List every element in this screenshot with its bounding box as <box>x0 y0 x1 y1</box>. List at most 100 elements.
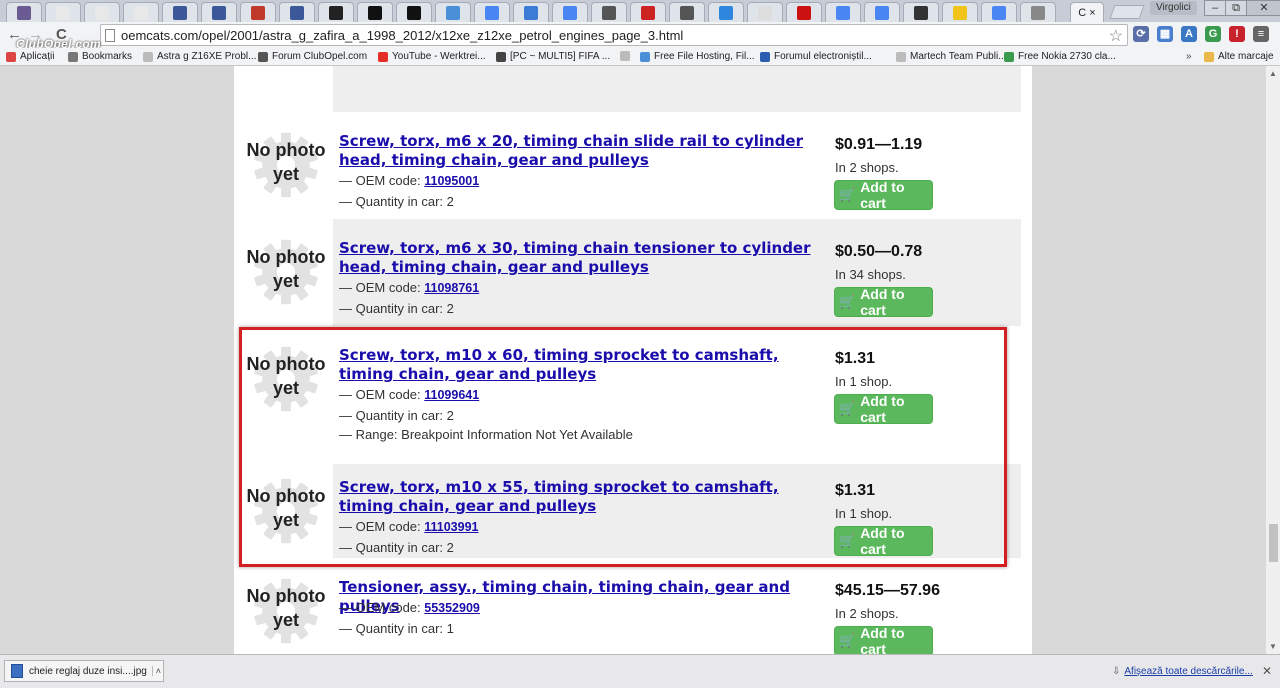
bookmark-star-icon[interactable]: ☆ <box>1109 26 1123 46</box>
no-photo-line1: No photo <box>246 586 326 606</box>
browser-tab[interactable] <box>552 2 588 22</box>
browser-tab[interactable] <box>435 2 471 22</box>
minimize-button[interactable]: – <box>1204 0 1226 16</box>
bookmark-favicon-icon <box>640 51 650 62</box>
highlight-box <box>239 327 1007 567</box>
browser-tab[interactable] <box>6 2 42 22</box>
bookmark-item[interactable]: Bookmarks <box>68 51 132 62</box>
part-title-link[interactable]: Screw, torx, m6 x 30, timing chain tensi… <box>339 239 819 277</box>
scroll-up-icon[interactable]: ▲ <box>1269 69 1277 78</box>
browser-tab[interactable] <box>669 2 705 22</box>
oem-code-link[interactable]: 55352909 <box>424 601 480 615</box>
close-downloads-icon[interactable]: ✕ <box>1262 664 1272 678</box>
add-to-cart-label: Add to cart <box>860 625 905 654</box>
browser-tab[interactable] <box>474 2 510 22</box>
oem-code-link[interactable]: 11098761 <box>424 281 479 295</box>
tab-close-icon[interactable]: × <box>1089 7 1095 19</box>
extension-icon[interactable]: ! <box>1229 26 1245 42</box>
download-item[interactable]: cheie reglaj duze insi....jpg ˄ <box>4 660 164 682</box>
browser-tab[interactable] <box>357 2 393 22</box>
bookmark-label: Martech Team Publi... <box>910 51 1007 62</box>
bookmark-item[interactable]: Martech Team Publi... <box>896 51 1007 62</box>
add-to-cart-button[interactable]: 🛒 Add to cart <box>834 286 933 318</box>
bookmark-favicon-icon <box>378 51 388 62</box>
browser-tab[interactable] <box>240 2 276 22</box>
bookmark-label: Bookmarks <box>82 51 133 62</box>
browser-tab[interactable] <box>279 2 315 22</box>
profile-button[interactable]: Virgolici <box>1150 1 1197 15</box>
bookmark-label: Free Nokia 2730 cla... <box>1018 51 1116 62</box>
bookmark-item[interactable]: Free Nokia 2730 cla... <box>1004 51 1116 62</box>
browser-toolbar: ← → C oemcats.com/opel/2001/astra_g_zafi… <box>0 22 1280 48</box>
browser-tab[interactable] <box>396 2 432 22</box>
bookmark-other[interactable]: Alte marcaje <box>1204 51 1274 62</box>
page-scrollbar[interactable]: ▲ ▼ <box>1266 66 1280 654</box>
browser-tab[interactable] <box>864 2 900 22</box>
address-url[interactable]: oemcats.com/opel/2001/astra_g_zafira_a_1… <box>121 28 683 43</box>
part-title-link[interactable]: Screw, torx, m6 x 20, timing chain slide… <box>339 132 819 170</box>
browser-tab[interactable] <box>123 2 159 22</box>
tab-active[interactable]: C × <box>1070 2 1104 22</box>
bookmark-favicon-icon <box>620 51 630 61</box>
browser-tab[interactable] <box>942 2 978 22</box>
browser-tab[interactable] <box>825 2 861 22</box>
extension-icon[interactable]: ⟳ <box>1133 26 1149 42</box>
oem-prefix: — OEM code: <box>339 280 425 295</box>
bookmark-item[interactable]: Free File Hosting, Fil... <box>640 51 755 62</box>
address-bar[interactable]: oemcats.com/opel/2001/astra_g_zafira_a_1… <box>100 24 1128 46</box>
scroll-thumb[interactable] <box>1269 524 1278 562</box>
tab-favicon-icon <box>563 5 577 20</box>
bookmark-item[interactable]: Aplicații <box>6 51 54 62</box>
tab-favicon-icon <box>641 5 655 20</box>
bookmark-item[interactable]: YouTube - Werktrei... <box>378 51 486 62</box>
browser-tab[interactable] <box>318 2 354 22</box>
download-menu-icon[interactable]: ˄ <box>151 666 161 676</box>
browser-tab[interactable] <box>513 2 549 22</box>
part-row: No photo yet Tensioner, assy., timing ch… <box>234 558 1021 654</box>
browser-tab[interactable] <box>903 2 939 22</box>
extension-icon[interactable]: ▦ <box>1157 26 1173 42</box>
scroll-down-icon[interactable]: ▼ <box>1269 642 1277 651</box>
extension-icon[interactable]: A <box>1181 26 1197 42</box>
bookmarks-more-button[interactable]: » <box>1186 51 1192 62</box>
part-price: $45.15—57.96 <box>835 582 940 599</box>
page-icon <box>105 29 115 42</box>
bookmark-item[interactable]: [PC ~ MULTI5] FIFA ... <box>496 51 610 62</box>
tab-favicon-icon <box>485 5 499 20</box>
bookmark-item[interactable]: Forumul electroniștil... <box>760 51 872 62</box>
close-window-button[interactable]: ✕ <box>1246 0 1280 16</box>
browser-tab[interactable] <box>162 2 198 22</box>
browser-tab[interactable] <box>591 2 627 22</box>
bookmark-label: [PC ~ MULTI5] FIFA ... <box>510 51 611 62</box>
browser-tab[interactable] <box>786 2 822 22</box>
browser-tab[interactable] <box>708 2 744 22</box>
oem-line: — OEM code: 55352909 <box>339 598 480 619</box>
add-to-cart-label: Add to cart <box>860 286 905 318</box>
browser-tab[interactable] <box>45 2 81 22</box>
extension-icon[interactable]: G <box>1205 26 1221 42</box>
bookmark-favicon-icon <box>143 51 153 62</box>
browser-tab[interactable] <box>747 2 783 22</box>
add-to-cart-button[interactable]: 🛒 Add to cart <box>834 625 933 654</box>
browser-tab[interactable] <box>84 2 120 22</box>
tab-favicon-icon <box>212 5 226 20</box>
part-row: No photo yet Screw, torx, m6 x 20, timin… <box>234 112 1021 219</box>
no-photo-line2: yet <box>272 271 299 291</box>
bookmark-item[interactable] <box>620 51 634 61</box>
restore-button[interactable]: ⧉ <box>1225 0 1247 16</box>
new-tab-button[interactable] <box>1109 5 1145 19</box>
bookmark-item[interactable]: Forum ClubOpel.com <box>258 51 367 62</box>
add-to-cart-button[interactable]: 🛒 Add to cart <box>834 179 933 211</box>
part-price: $0.50—0.78 <box>835 243 923 260</box>
browser-tab[interactable] <box>981 2 1017 22</box>
tab-favicon-icon <box>680 5 694 20</box>
show-all-downloads-link[interactable]: ⇩ Afișează toate descărcările... <box>1112 666 1253 677</box>
folder-icon <box>1204 51 1214 62</box>
oem-code-link[interactable]: 11095001 <box>424 174 479 188</box>
browser-tab[interactable] <box>630 2 666 22</box>
bookmark-label: Aplicații <box>20 51 55 62</box>
bookmark-item[interactable]: Astra g Z16XE Probl... <box>143 51 257 62</box>
browser-tab[interactable] <box>201 2 237 22</box>
browser-tab[interactable] <box>1020 2 1056 22</box>
extension-icon[interactable]: ≡ <box>1253 26 1269 42</box>
